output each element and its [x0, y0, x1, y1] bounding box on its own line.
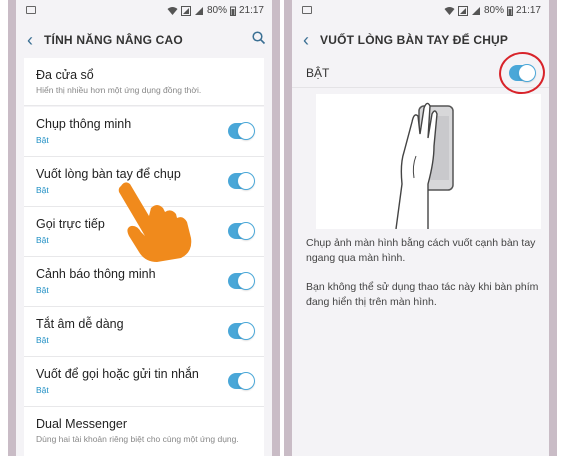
page-title: TÍNH NĂNG NÂNG CAO	[44, 33, 183, 47]
item-label: Dual Messenger	[36, 417, 128, 431]
keyboard-note-text: Bạn không thể sử dụng thao tác này khi b…	[306, 281, 539, 308]
item-label: Tắt âm dễ dàng	[36, 317, 124, 331]
item-status: Bật	[36, 135, 49, 145]
page-title: VUỐT LÒNG BÀN TAY ĐỂ CHỤP	[320, 33, 509, 47]
back-arrow-icon[interactable]: ‹	[292, 30, 320, 51]
settings-list: Đa cửa sổ Hiển thị nhiều hơn một ứng dụn…	[24, 58, 264, 106]
clock: 21:17	[515, 5, 541, 16]
image-icon	[302, 6, 312, 14]
wifi-icon	[167, 7, 178, 15]
swipe-call-message-toggle[interactable]	[228, 373, 254, 389]
on-label: BẬT	[306, 66, 330, 80]
master-switch-bar[interactable]: BẬT	[292, 49, 549, 97]
battery-icon	[506, 6, 513, 16]
app-bar: ‹ TÍNH NĂNG NÂNG CAO	[16, 22, 272, 58]
battery-percent: 80%	[206, 5, 227, 16]
list-item-smart-alert[interactable]: Cảnh báo thông minh Bật	[24, 257, 264, 307]
item-status: Bật	[36, 185, 49, 195]
wifi-icon	[444, 7, 455, 15]
signal-icon	[471, 6, 480, 15]
status-bar: 80% 21:17	[292, 0, 549, 22]
list-item-dual-messenger[interactable]: Dual Messenger Dùng hai tài khoản riêng …	[24, 407, 264, 456]
direct-call-toggle[interactable]	[228, 223, 254, 239]
left-phone-screen: 80% 21:17 ‹ TÍNH NĂNG NÂNG CAO Đa cửa sổ…	[8, 0, 280, 456]
item-label: Chụp thông minh	[36, 117, 132, 131]
image-icon	[26, 6, 36, 14]
item-status: Bật	[36, 385, 49, 395]
list-item-swipe-call-message[interactable]: Vuốt để gọi hoặc gửi tin nhắn Bật	[24, 357, 264, 407]
list-item-smart-capture[interactable]: Chụp thông minh Bật	[24, 107, 264, 157]
item-status: Bật	[36, 285, 49, 295]
item-label: Gọi trực tiếp	[36, 217, 105, 231]
item-desc: Dùng hai tài khoản riêng biệt cho cùng m…	[36, 434, 239, 444]
item-status: Bật	[36, 235, 49, 245]
item-label: Cảnh báo thông minh	[36, 267, 156, 281]
battery-icon	[229, 6, 236, 16]
hand-pointer-icon	[118, 182, 192, 262]
signal-icon	[457, 5, 468, 16]
smart-capture-toggle[interactable]	[228, 123, 254, 139]
battery-percent: 80%	[483, 5, 504, 16]
status-bar: 80% 21:17	[16, 0, 272, 22]
clock: 21:17	[238, 5, 264, 16]
signal-icon	[194, 6, 203, 15]
description-text: Chụp ảnh màn hình bằng cách vuốt cạnh bà…	[306, 237, 536, 264]
signal-icon	[180, 5, 191, 16]
palm-swipe-illustration	[316, 94, 541, 230]
item-status: Bật	[36, 335, 49, 345]
item-desc: Hiển thị nhiều hơn một ứng dụng đồng thờ…	[36, 85, 202, 95]
easy-mute-toggle[interactable]	[228, 323, 254, 339]
list-item-easy-mute[interactable]: Tắt âm dễ dàng Bật	[24, 307, 264, 357]
settings-list-toggles: Chụp thông minh Bật Vuốt lòng bàn tay để…	[24, 107, 264, 456]
item-label: Vuốt để gọi hoặc gửi tin nhắn	[36, 367, 199, 381]
app-bar: ‹ VUỐT LÒNG BÀN TAY ĐỂ CHỤP	[292, 22, 549, 58]
back-arrow-icon[interactable]: ‹	[16, 30, 44, 51]
item-label: Đa cửa sổ	[36, 68, 94, 82]
palm-swipe-toggle[interactable]	[228, 173, 254, 189]
search-icon[interactable]	[252, 31, 266, 45]
right-phone-screen: 80% 21:17 ‹ VUỐT LÒNG BÀN TAY ĐỂ CHỤP BẬ…	[284, 0, 557, 456]
smart-alert-toggle[interactable]	[228, 273, 254, 289]
list-item-multi-window[interactable]: Đa cửa sổ Hiển thị nhiều hơn một ứng dụn…	[24, 58, 264, 106]
